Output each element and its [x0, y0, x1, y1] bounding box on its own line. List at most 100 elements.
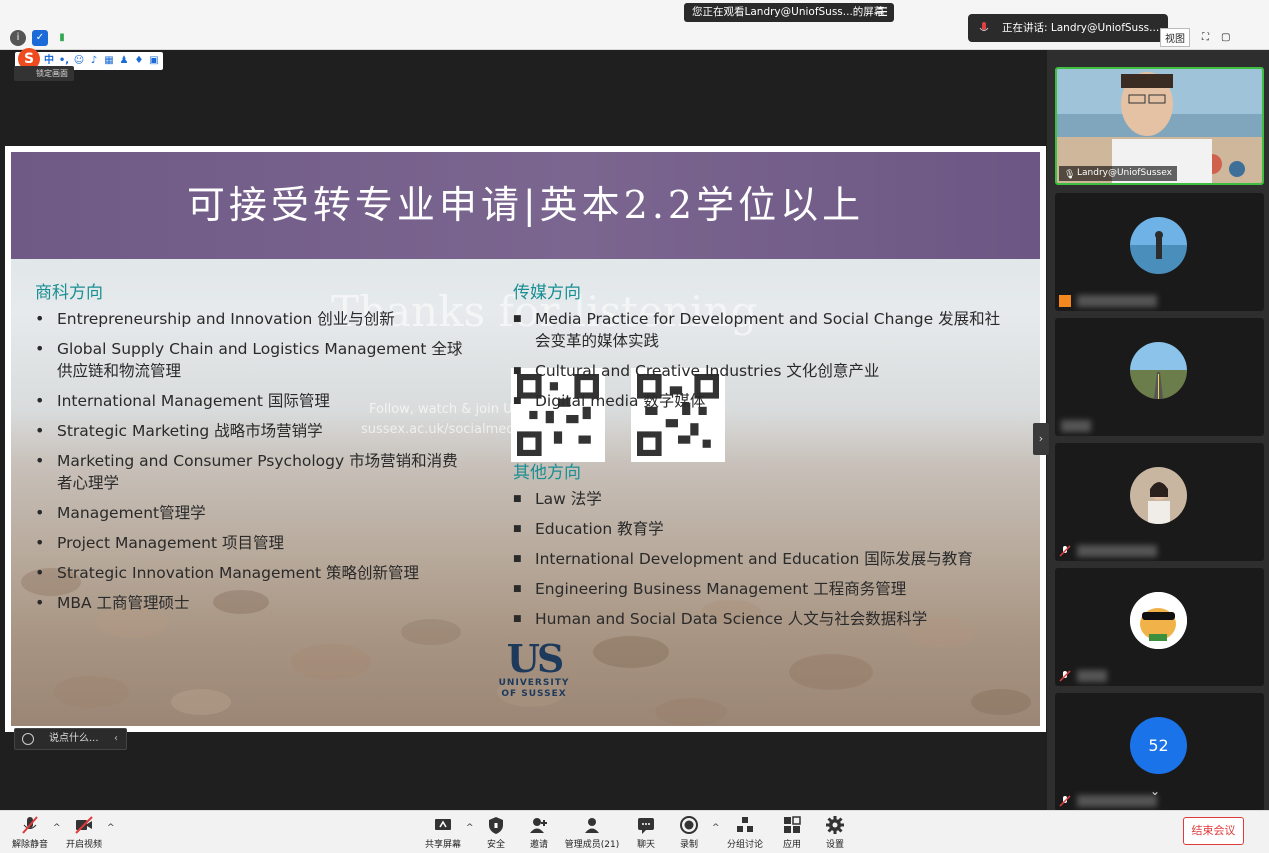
apps-button[interactable]: 应用 [776, 815, 808, 850]
voice-icon[interactable]: ♪ [88, 55, 100, 67]
list-item: Digital media 数字媒体 [511, 390, 1011, 412]
apps-label: 应用 [782, 840, 801, 850]
redacted-name [1077, 670, 1107, 682]
chat-button[interactable]: 聊天 [630, 815, 662, 850]
meeting-toolbar: 解除静音 ^ 开启视频 ^ 共享屏幕 ^ 安全 邀请 管理成员(21) 聊天 录… [0, 810, 1269, 853]
participant-name: Landry@UniofSussex [1077, 168, 1172, 178]
collapse-gallery-button[interactable]: › [1033, 423, 1049, 455]
business-heading: 商科方向 [35, 283, 103, 303]
unmute-label: 解除静音 [11, 840, 48, 850]
info-icon[interactable]: i [10, 30, 26, 46]
record-label: 录制 [679, 840, 698, 850]
list-item: Media Practice for Development and Socia… [511, 308, 1011, 352]
chevron-up-icon[interactable]: ^ [107, 823, 115, 833]
invite-label: 邀请 [529, 840, 548, 850]
avatar [1130, 342, 1187, 399]
unmute-button[interactable]: 解除静音 [10, 815, 50, 850]
chat-placeholder: 说点什么... [49, 733, 99, 744]
list-item: Engineering Business Management 工程商务管理 [511, 578, 1031, 600]
redacted-name [1077, 545, 1157, 557]
video-off-icon [75, 816, 93, 834]
avatar [1130, 217, 1187, 274]
slide-content: 可接受转专业申请|英本2.2学位以上 Thanks for listening … [11, 152, 1040, 726]
grid-icon[interactable]: ▣ [148, 55, 160, 67]
list-item: Entrepreneurship and Innovation 创业与创新 [33, 308, 473, 330]
view-mode-select[interactable]: 视图 [1160, 28, 1190, 47]
mic-icon: 🎙 [1064, 170, 1076, 180]
list-item: Education 教育学 [511, 518, 1031, 540]
logo-line-1: UNIVERSITY [498, 678, 570, 688]
keyboard-icon[interactable]: ▦ [103, 55, 115, 67]
viewing-banner-text: 您正在观看Landry@UniofSuss...的屏幕 [692, 6, 885, 18]
avatar: 52 [1130, 717, 1187, 774]
record-button[interactable]: 录制 [673, 815, 705, 850]
participants-button[interactable]: 管理成员(21) [563, 815, 621, 850]
mic-muted-icon [1059, 545, 1071, 557]
apps-icon [784, 816, 801, 833]
redacted-name [1077, 795, 1157, 807]
security-label: 安全 [486, 840, 505, 850]
lock-view-label[interactable]: 锁定画面 [14, 66, 74, 81]
chevron-up-icon[interactable]: ^ [712, 823, 720, 833]
chat-label: 聊天 [636, 840, 655, 850]
chevron-up-icon[interactable]: ^ [466, 823, 474, 833]
list-item: MBA 工商管理硕士 [33, 592, 473, 614]
video-tile[interactable] [1055, 318, 1264, 436]
meeting-window: 您正在观看Landry@UniofSuss...的屏幕 ☰ i ✓ ▮ 正在讲话… [0, 0, 1269, 853]
list-item: Management管理学 [33, 502, 473, 524]
slide-title: 可接受转专业申请|英本2.2学位以上 [186, 183, 865, 227]
redacted-name [1061, 420, 1091, 432]
avatar [1130, 592, 1187, 649]
chat-quick-input[interactable]: 说点什么... ‹ [14, 728, 127, 750]
menu-icon[interactable]: ☰ [877, 3, 888, 22]
video-tile[interactable] [1055, 193, 1264, 311]
redacted-name [1077, 295, 1157, 307]
breakout-label: 分组讨论 [726, 840, 763, 850]
start-video-label: 开启视频 [65, 840, 102, 850]
speaking-indicator: 正在讲话: Landry@UniofSuss... [968, 14, 1168, 42]
settings-button[interactable]: 设置 [819, 815, 851, 850]
participants-label: 管理成员(21) [564, 840, 620, 850]
share-screen-icon [435, 819, 451, 830]
other-list: Law 法学 Education 教育学 International Devel… [511, 488, 1031, 638]
media-heading: 传媒方向 [513, 283, 581, 303]
invite-button[interactable]: 邀请 [523, 815, 555, 850]
signal-icon[interactable]: ▮ [54, 30, 70, 46]
share-screen-button[interactable]: 共享屏幕 [423, 815, 463, 850]
fullscreen-icon[interactable]: ⛶ [1202, 32, 1209, 43]
video-tile[interactable] [1055, 568, 1264, 686]
university-logo: US UNIVERSITY OF SUSSEX [489, 640, 579, 700]
chevron-up-icon[interactable]: ^ [53, 823, 61, 833]
chevron-left-icon[interactable]: ‹ [114, 729, 118, 749]
chevron-down-icon[interactable]: ⌄ [1150, 784, 1160, 798]
start-video-button[interactable]: 开启视频 [64, 815, 104, 850]
view-controls: 视图 ⛶ ▢ [1160, 28, 1230, 47]
chat-icon [638, 818, 654, 834]
skin-icon[interactable]: ♦ [133, 55, 145, 67]
participant-name-tag: 🎙 Landry@UniofSussex [1059, 166, 1177, 181]
user-icon[interactable]: ♟ [118, 55, 130, 67]
window-icon[interactable]: ▢ [1221, 32, 1230, 43]
breakout-button[interactable]: 分组讨论 [724, 815, 766, 850]
security-button[interactable]: 安全 [480, 815, 512, 850]
video-tile-active[interactable]: 🎙 Landry@UniofSussex [1055, 67, 1264, 185]
record-icon [680, 816, 698, 834]
participants-icon [585, 818, 599, 833]
end-meeting-button[interactable]: 结束会议 [1183, 817, 1244, 845]
list-item: Cultural and Creative Industries 文化创意产业 [511, 360, 1011, 382]
viewing-banner[interactable]: 您正在观看Landry@UniofSuss...的屏幕 ☰ [684, 3, 894, 22]
logo-line-2: OF SUSSEX [501, 689, 567, 699]
list-item: Strategic Innovation Management 策略创新管理 [33, 562, 473, 584]
business-list: Entrepreneurship and Innovation 创业与创新 Gl… [33, 308, 473, 622]
shared-screen: 可接受转专业申请|英本2.2学位以上 Thanks for listening … [5, 146, 1046, 732]
shield-icon[interactable]: ✓ [32, 30, 48, 46]
video-tile[interactable] [1055, 443, 1264, 561]
emoji-icon[interactable]: ☺ [73, 55, 85, 67]
settings-label: 设置 [825, 840, 844, 850]
list-item: Marketing and Consumer Psychology 市场营销和消… [33, 450, 473, 494]
shield-icon [489, 817, 503, 834]
avatar-badge-icon [1059, 295, 1071, 307]
top-bar: 您正在观看Landry@UniofSuss...的屏幕 ☰ i ✓ ▮ 正在讲话… [0, 0, 1269, 50]
speaker-mic-icon [979, 22, 989, 31]
speaking-text: 正在讲话: Landry@UniofSuss... [1002, 22, 1160, 34]
